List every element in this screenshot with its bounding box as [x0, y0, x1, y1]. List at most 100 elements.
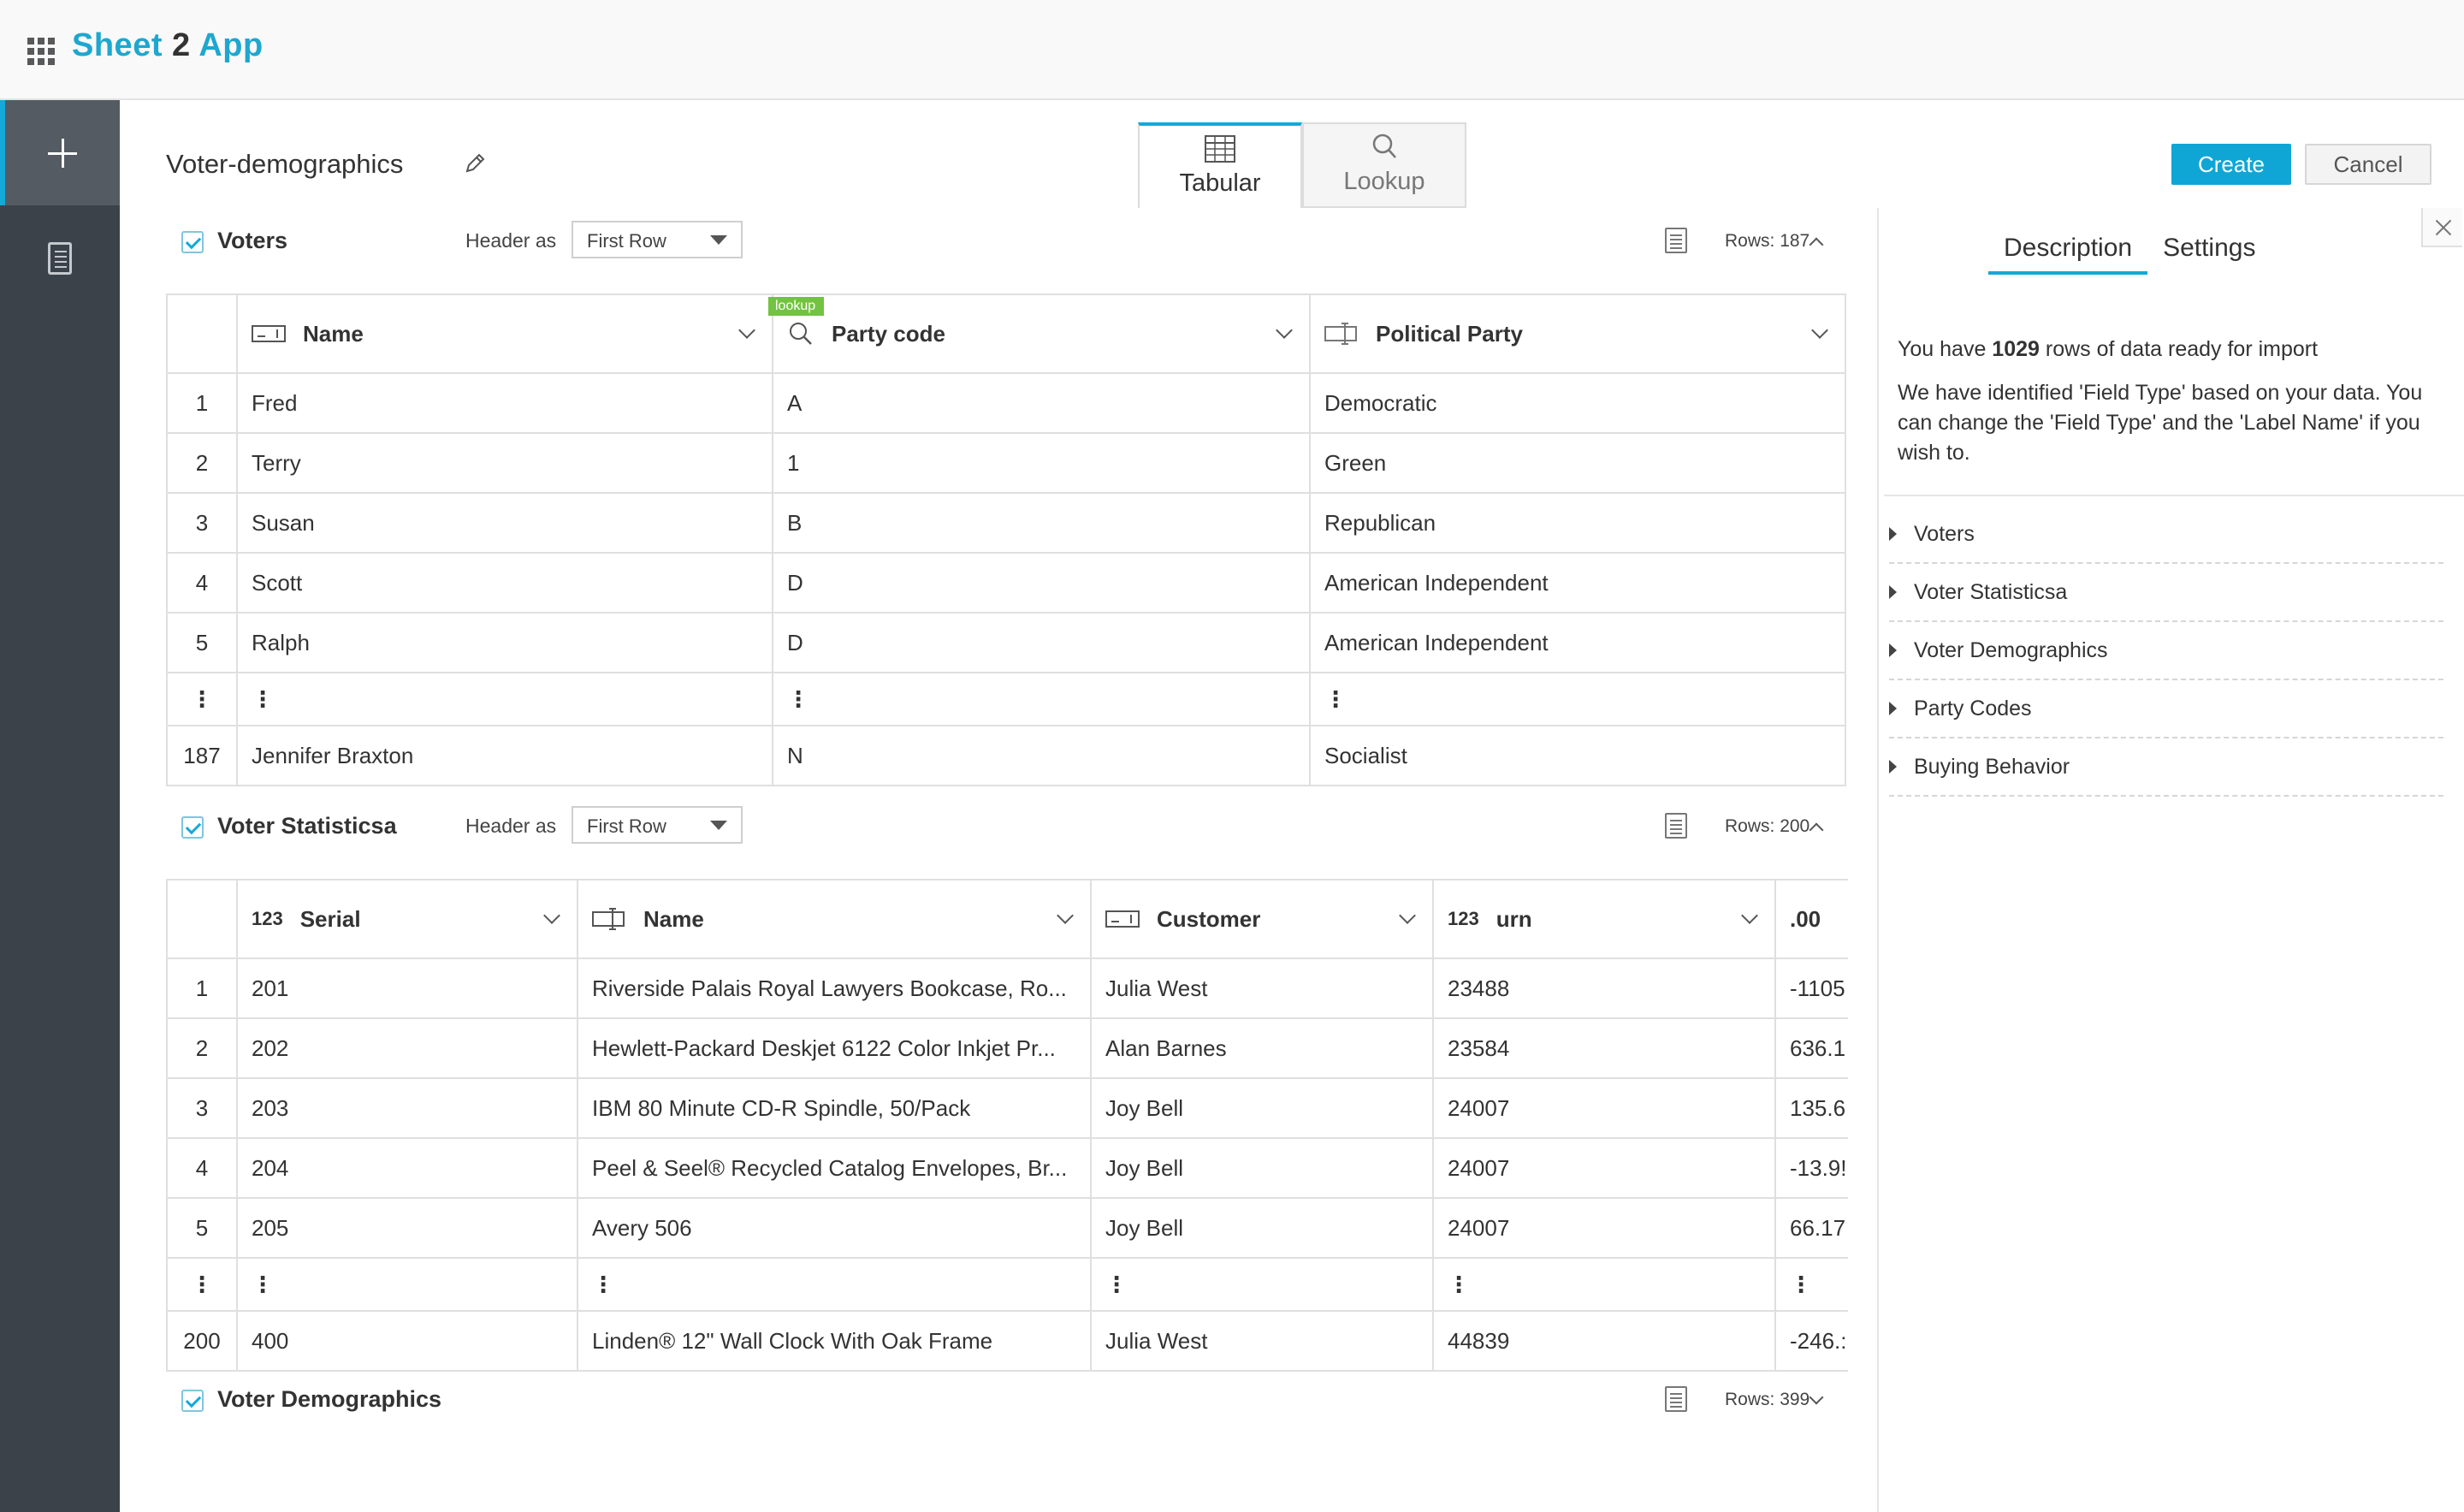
- sheet-name: Voter Statisticsa: [217, 813, 397, 839]
- apps-grid-icon[interactable]: [27, 38, 55, 65]
- tab-tabular[interactable]: Tabular: [1138, 122, 1302, 208]
- table-row-ellipsis: ⋮ ⋮ ⋮ ⋮ ⋮ ⋮: [166, 1257, 1848, 1312]
- column-header-name[interactable]: Name: [577, 879, 1092, 959]
- table-cell: A: [772, 372, 1311, 434]
- header-as-select[interactable]: First Row: [572, 806, 743, 844]
- expand-triangle-icon: [1889, 585, 1897, 599]
- rows-value: 399: [1780, 1390, 1810, 1409]
- column-label: Serial: [299, 905, 361, 932]
- table-row: 1 201 Riverside Palais Royal Lawyers Bookc…: [166, 958, 1848, 1019]
- header-as-select[interactable]: First Row: [572, 221, 743, 258]
- rows-count: Rows: 200: [1725, 816, 1824, 838]
- table-cell: ⋮: [577, 1257, 1092, 1312]
- table-cell: ⋮: [772, 672, 1311, 726]
- collapse-caret-icon[interactable]: [1809, 822, 1824, 838]
- column-label: Customer: [1157, 905, 1261, 932]
- plus-icon: [48, 138, 77, 168]
- table-row: 2 202 Hewlett-Packard Deskjet 6122 Color I…: [166, 1017, 1848, 1079]
- header-as-label: Header as: [465, 229, 557, 252]
- text-field-icon: [252, 325, 286, 342]
- table-cell: Ralph: [236, 612, 773, 673]
- row-number: 5: [166, 1197, 238, 1259]
- expand-caret-icon[interactable]: [1809, 1390, 1824, 1405]
- table-cell: D: [772, 612, 1311, 673]
- app-logo[interactable]: Sheet 2 App: [72, 27, 264, 64]
- table-row: 3 203 IBM 80 Minute CD-R Spindle, 50/Pack J…: [166, 1077, 1848, 1139]
- tab-lookup[interactable]: Lookup: [1302, 122, 1466, 208]
- rows-label: Rows:: [1725, 1390, 1775, 1409]
- chevron-down-icon[interactable]: [1276, 322, 1293, 339]
- panel-tabs: Description Settings: [1988, 234, 2271, 275]
- table-cell: 66.17: [1774, 1197, 1848, 1259]
- sheet-checkbox[interactable]: [181, 816, 204, 839]
- table-cell: Fred: [236, 372, 773, 434]
- table-cell: 204: [236, 1137, 578, 1199]
- column-header-urn[interactable]: 123 urn: [1432, 879, 1776, 959]
- column-header-decimal[interactable]: .00: [1774, 879, 1848, 959]
- sheet-header-voter-statisticsa: Voter Statisticsa Header as First Row Ro…: [166, 806, 1834, 849]
- table-cell: Socialist: [1309, 725, 1846, 786]
- tab-settings[interactable]: Settings: [2147, 234, 2271, 275]
- chevron-down-icon[interactable]: [1811, 322, 1828, 339]
- divider: [1884, 495, 2464, 496]
- collapse-caret-icon[interactable]: [1809, 237, 1824, 252]
- header-as-value: First Row: [587, 815, 666, 837]
- corner-cell: [166, 294, 238, 374]
- column-header-customer[interactable]: Customer: [1090, 879, 1434, 959]
- brand-word-1: Sheet: [72, 27, 163, 63]
- top-bar: Sheet 2 App: [0, 0, 2464, 100]
- sidebar: [0, 100, 120, 1512]
- row-number: 3: [166, 1077, 238, 1139]
- dropdown-field-icon: [592, 908, 625, 930]
- rows-label: Rows:: [1725, 816, 1775, 836]
- chevron-down-icon[interactable]: [1057, 907, 1074, 924]
- sheet-checkbox[interactable]: [181, 1390, 204, 1412]
- statistics-table-viewport[interactable]: 123 Serial Name Customer 123 urn .00 1 2…: [166, 879, 1848, 1372]
- table-cell: 23488: [1432, 958, 1776, 1019]
- chevron-down-icon[interactable]: [1741, 907, 1758, 924]
- row-number: 3: [166, 492, 238, 554]
- table-header-row: 123 Serial Name Customer 123 urn .00: [166, 879, 1848, 959]
- table-cell: 24007: [1432, 1197, 1776, 1259]
- table-cell: IBM 80 Minute CD-R Spindle, 50/Pack: [577, 1077, 1092, 1139]
- panel-description: You have 1029 rows of data ready for imp…: [1898, 335, 2437, 482]
- voters-table: Name Party code Political Party 1 Fred A De…: [166, 294, 1846, 786]
- table-cell: Republican: [1309, 492, 1846, 554]
- rows-document-icon[interactable]: [1665, 228, 1687, 253]
- edit-pencil-icon[interactable]: [462, 151, 488, 176]
- column-header-political-party[interactable]: Political Party: [1309, 294, 1846, 374]
- rows-total: 1029: [1992, 337, 2040, 361]
- column-header-serial[interactable]: 123 Serial: [236, 879, 578, 959]
- tab-description[interactable]: Description: [1988, 234, 2148, 275]
- brand-word-3: App: [198, 27, 264, 63]
- create-button[interactable]: Create: [2171, 144, 2291, 185]
- rows-document-icon[interactable]: [1665, 1386, 1687, 1412]
- chevron-down-icon[interactable]: [738, 322, 755, 339]
- column-header-party-code[interactable]: Party code: [772, 294, 1311, 374]
- table-cell: B: [772, 492, 1311, 554]
- table-row: 2 Terry 1 Green: [166, 432, 1846, 494]
- table-cell: Peel & Seel® Recycled Catalog Envelopes,…: [577, 1137, 1092, 1199]
- document-list-icon[interactable]: [48, 242, 72, 275]
- table-cell: Julia West: [1090, 1310, 1434, 1372]
- add-button[interactable]: [0, 100, 120, 205]
- rows-document-icon[interactable]: [1665, 813, 1687, 839]
- cancel-button[interactable]: Cancel: [2305, 144, 2431, 185]
- row-number: 5: [166, 612, 238, 673]
- chevron-down-icon[interactable]: [543, 907, 560, 924]
- sheet-list-item[interactable]: Voter Demographics: [1889, 622, 2443, 680]
- table-row: 4 Scott D American Independent: [166, 552, 1846, 614]
- close-panel-icon[interactable]: [2421, 208, 2462, 247]
- sheet-header-voter-demographics: Voter Demographics Rows: 399: [166, 1379, 1834, 1422]
- magnifier-icon: [1372, 133, 1396, 158]
- lookup-search-icon: [790, 323, 812, 345]
- field-type-note: We have identified 'Field Type' based on…: [1898, 381, 2423, 465]
- sheet-list-item[interactable]: Buying Behavior: [1889, 738, 2443, 797]
- sheet-list-item[interactable]: Voter Statisticsa: [1889, 564, 2443, 622]
- sheet-list-item[interactable]: Voters: [1889, 506, 2443, 564]
- sheet-checkbox[interactable]: [181, 231, 204, 253]
- sheet-list-item[interactable]: Party Codes: [1889, 680, 2443, 738]
- column-header-name[interactable]: Name: [236, 294, 773, 374]
- sheet-list-label: Voter Demographics: [1914, 637, 2108, 662]
- chevron-down-icon[interactable]: [1399, 907, 1416, 924]
